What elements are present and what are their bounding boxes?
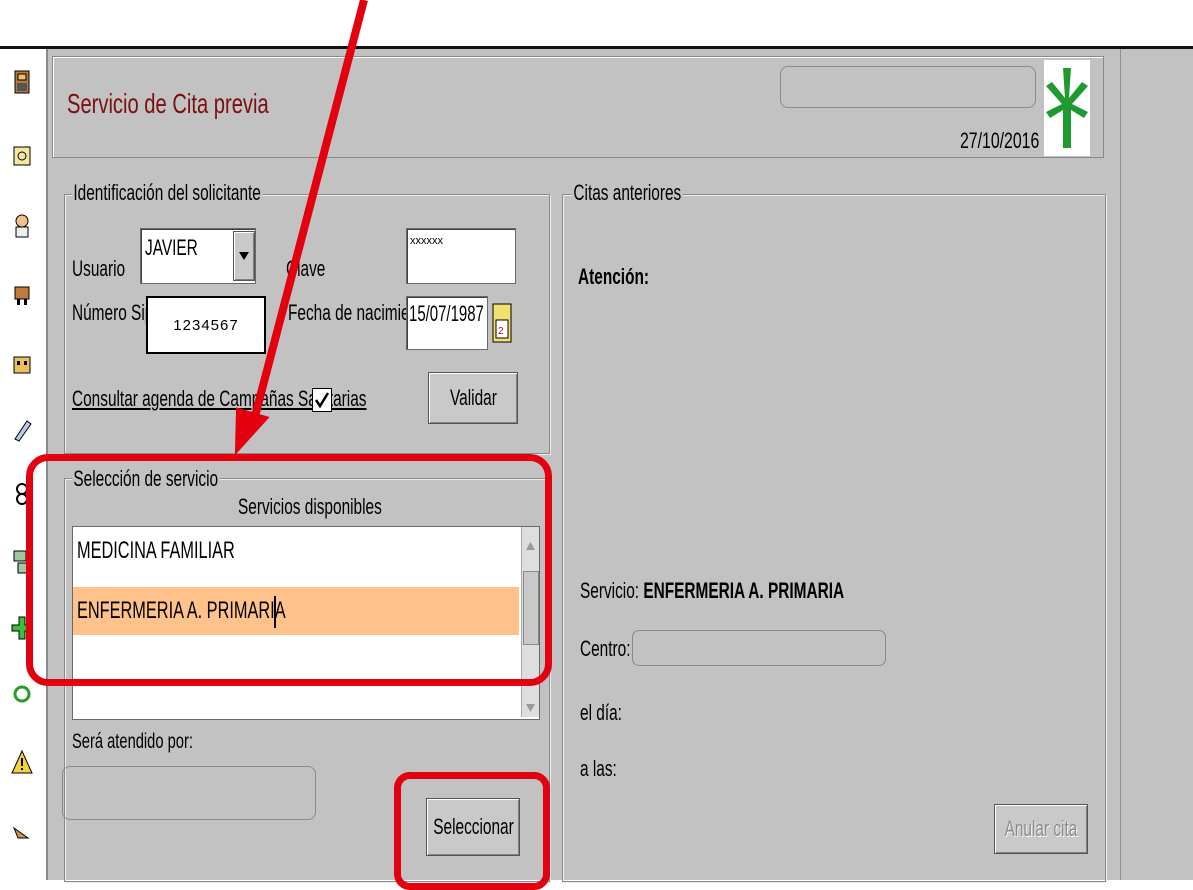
arrow-shaft (250, 0, 368, 422)
annotation-arrow (234, 0, 368, 456)
arrow-head-icon (234, 407, 270, 456)
